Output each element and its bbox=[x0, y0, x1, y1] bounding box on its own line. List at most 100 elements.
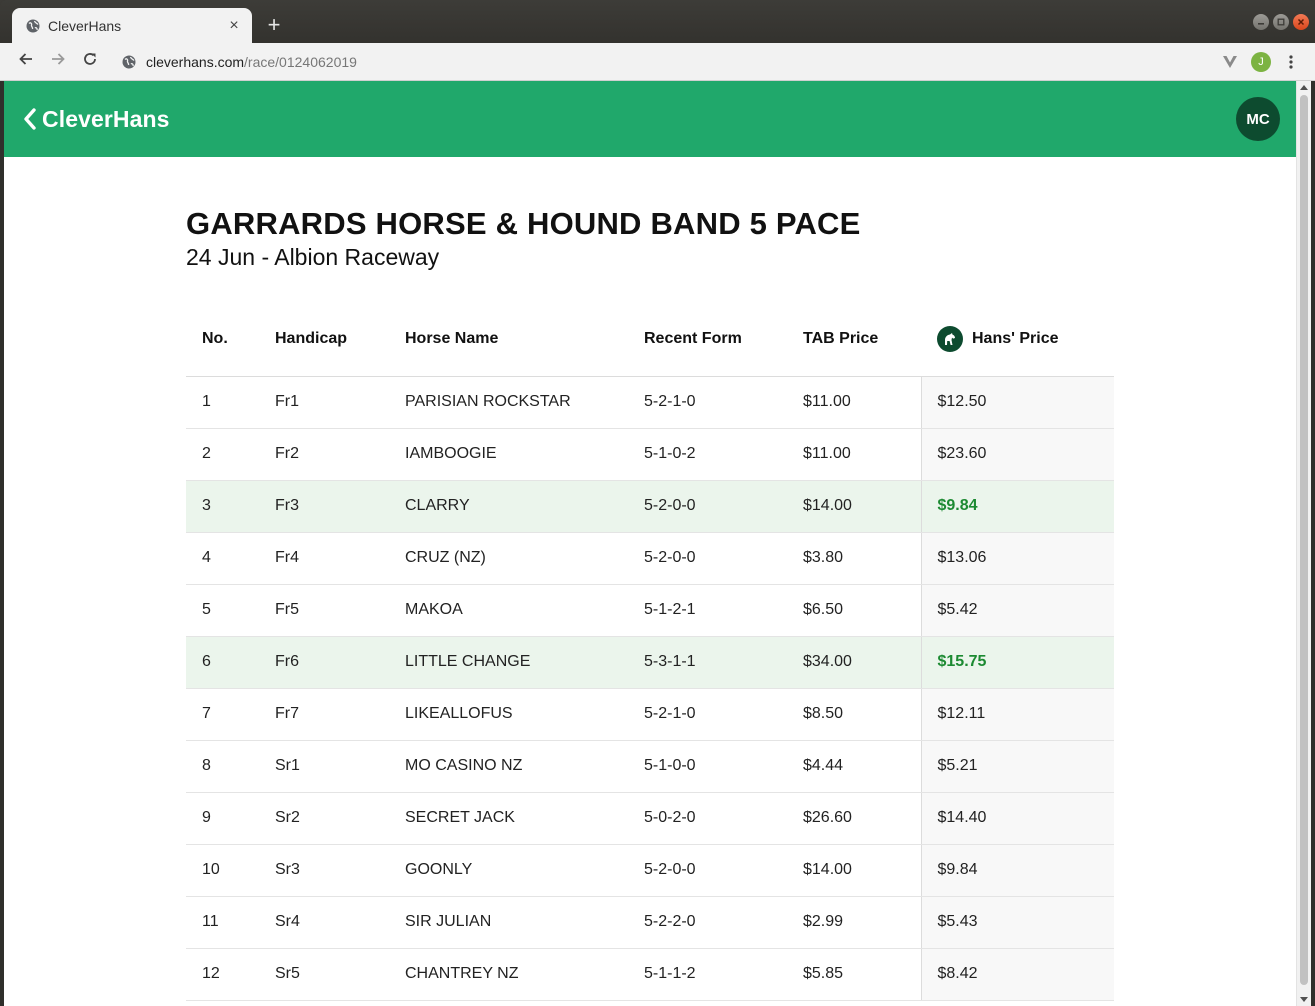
cell-no: 12 bbox=[186, 948, 259, 1001]
cell-no: 10 bbox=[186, 844, 259, 897]
cell-horse-name: CHANTREY NZ bbox=[389, 948, 628, 1001]
table-header-row: No. Handicap Horse Name Recent Form TAB … bbox=[186, 302, 1114, 377]
cell-tab-price: $8.50 bbox=[787, 688, 922, 741]
close-window-button[interactable] bbox=[1293, 14, 1309, 30]
cell-horse-name: CRUZ (NZ) bbox=[389, 532, 628, 585]
minimize-button[interactable] bbox=[1253, 14, 1269, 30]
extension-icon[interactable] bbox=[1219, 51, 1241, 73]
header-horse-name: Horse Name bbox=[389, 302, 628, 377]
table-row[interactable]: 4 Fr4 CRUZ (NZ) 5-2-0-0 $3.80 $13.06 bbox=[186, 532, 1114, 585]
cell-recent-form: 5-2-2-0 bbox=[628, 896, 787, 949]
table-row[interactable]: 2 Fr2 IAMBOOGIE 5-1-0-2 $11.00 $23.60 bbox=[186, 428, 1114, 481]
tab-close-button[interactable]: × bbox=[222, 14, 246, 38]
cell-recent-form: 5-2-0-0 bbox=[628, 532, 787, 585]
cell-no: 9 bbox=[186, 792, 259, 845]
cell-horse-name: GOONLY bbox=[389, 844, 628, 897]
cell-horse-name: LIKEALLOFUS bbox=[389, 688, 628, 741]
reload-button[interactable] bbox=[74, 46, 106, 78]
cell-tab-price: $14.00 bbox=[787, 480, 922, 533]
reload-icon bbox=[82, 51, 98, 72]
cell-handicap: Sr2 bbox=[259, 792, 389, 845]
cell-tab-price: $11.00 bbox=[787, 376, 922, 429]
cell-recent-form: 5-2-1-0 bbox=[628, 688, 787, 741]
cell-no: 2 bbox=[186, 428, 259, 481]
page-viewport: CleverHans MC GARRARDS HORSE & HOUND BAN… bbox=[4, 81, 1296, 1006]
cell-no: 11 bbox=[186, 896, 259, 949]
cell-recent-form: 5-0-2-0 bbox=[628, 792, 787, 845]
cell-hans-price: $5.42 bbox=[920, 584, 1114, 637]
cell-horse-name: SIR JULIAN bbox=[389, 896, 628, 949]
table-row[interactable]: 11 Sr4 SIR JULIAN 5-2-2-0 $2.99 $5.43 bbox=[186, 896, 1114, 949]
race-title: GARRARDS HORSE & HOUND BAND 5 PACE bbox=[186, 206, 861, 241]
cell-horse-name: MAKOA bbox=[389, 584, 628, 637]
cell-recent-form: 5-1-0-0 bbox=[628, 740, 787, 793]
toolbar-actions: J bbox=[1219, 51, 1301, 73]
cell-recent-form: 5-2-1-0 bbox=[628, 376, 787, 429]
cell-recent-form: 5-2-0-0 bbox=[628, 844, 787, 897]
cell-hans-price: $9.84 bbox=[920, 844, 1114, 897]
new-tab-button[interactable]: + bbox=[262, 12, 286, 37]
cell-hans-price: $15.75 bbox=[920, 636, 1114, 689]
cell-tab-price: $4.44 bbox=[787, 740, 922, 793]
cell-no: 1 bbox=[186, 376, 259, 429]
forward-button[interactable] bbox=[42, 46, 74, 78]
header-recent-form: Recent Form bbox=[628, 302, 787, 377]
cell-hans-price: $5.21 bbox=[920, 740, 1114, 793]
header-tab-price: TAB Price bbox=[787, 302, 921, 377]
cell-no: 3 bbox=[186, 480, 259, 533]
app-bar: CleverHans MC bbox=[4, 81, 1296, 157]
cell-horse-name: CLARRY bbox=[389, 480, 628, 533]
cell-hans-price: $12.50 bbox=[920, 376, 1114, 429]
table-row[interactable]: 6 Fr6 LITTLE CHANGE 5-3-1-1 $34.00 $15.75 bbox=[186, 636, 1114, 689]
table-row[interactable]: 12 Sr5 CHANTREY NZ 5-1-1-2 $5.85 $8.42 bbox=[186, 948, 1114, 1001]
browser-tab[interactable]: CleverHans × bbox=[12, 8, 252, 43]
cell-hans-price: $12.11 bbox=[920, 688, 1114, 741]
cell-recent-form: 5-1-0-2 bbox=[628, 428, 787, 481]
maximize-button[interactable] bbox=[1273, 14, 1289, 30]
race-subtitle: 24 Jun - Albion Raceway bbox=[186, 244, 440, 270]
cell-handicap: Fr6 bbox=[259, 636, 389, 689]
address-bar[interactable]: cleverhans.com/race/0124062019 bbox=[122, 54, 1219, 70]
tab-strip: CleverHans × + bbox=[0, 0, 1315, 43]
table-row[interactable]: 7 Fr7 LIKEALLOFUS 5-2-1-0 $8.50 $12.11 bbox=[186, 688, 1114, 741]
site-info-icon[interactable] bbox=[122, 55, 136, 69]
table-row[interactable]: 10 Sr3 GOONLY 5-2-0-0 $14.00 $9.84 bbox=[186, 844, 1114, 897]
scroll-up-icon[interactable] bbox=[1300, 85, 1308, 90]
cell-handicap: Fr7 bbox=[259, 688, 389, 741]
vertical-scrollbar[interactable] bbox=[1296, 81, 1311, 1006]
cell-hans-price: $14.40 bbox=[920, 792, 1114, 845]
cell-tab-price: $14.00 bbox=[787, 844, 922, 897]
chevron-left-icon bbox=[22, 107, 38, 131]
table-row[interactable]: 1 Fr1 PARISIAN ROCKSTAR 5-2-1-0 $11.00 $12.50 bbox=[186, 376, 1114, 429]
table-row[interactable]: 3 Fr3 CLARRY 5-2-0-0 $14.00 $9.84 bbox=[186, 480, 1114, 533]
cell-hans-price: $23.60 bbox=[920, 428, 1114, 481]
cell-no: 4 bbox=[186, 532, 259, 585]
cell-recent-form: 5-1-1-2 bbox=[628, 948, 787, 1001]
scrollbar-thumb[interactable] bbox=[1300, 95, 1308, 985]
url-path: /race/0124062019 bbox=[244, 53, 357, 70]
back-button[interactable] bbox=[10, 46, 42, 78]
back-to-home-link[interactable]: CleverHans bbox=[22, 106, 170, 133]
cell-no: 8 bbox=[186, 740, 259, 793]
menu-dots-icon[interactable] bbox=[1281, 51, 1301, 73]
table-row[interactable]: 5 Fr5 MAKOA 5-1-2-1 $6.50 $5.42 bbox=[186, 584, 1114, 637]
cell-tab-price: $26.60 bbox=[787, 792, 922, 845]
profile-avatar[interactable]: J bbox=[1251, 51, 1271, 72]
cell-handicap: Fr4 bbox=[259, 532, 389, 585]
header-handicap: Handicap bbox=[259, 302, 389, 377]
cell-recent-form: 5-3-1-1 bbox=[628, 636, 787, 689]
url-host: cleverhans.com bbox=[146, 53, 245, 70]
cell-hans-price: $5.43 bbox=[920, 896, 1114, 949]
user-avatar[interactable]: MC bbox=[1236, 97, 1280, 141]
cell-tab-price: $6.50 bbox=[787, 584, 922, 637]
cell-handicap: Fr3 bbox=[259, 480, 389, 533]
browser-window: CleverHans × + cleverhans.com /race/0124… bbox=[0, 0, 1315, 1006]
back-arrow-icon bbox=[18, 51, 34, 72]
cell-no: 6 bbox=[186, 636, 259, 689]
race-content: GARRARDS HORSE & HOUND BAND 5 PACE 24 Ju… bbox=[186, 206, 1114, 1001]
tab-title: CleverHans bbox=[48, 17, 122, 34]
cell-hans-price: $8.42 bbox=[920, 948, 1114, 1001]
table-row[interactable]: 9 Sr2 SECRET JACK 5-0-2-0 $26.60 $14.40 bbox=[186, 792, 1114, 845]
table-row[interactable]: 8 Sr1 MO CASINO NZ 5-1-0-0 $4.44 $5.21 bbox=[186, 740, 1114, 793]
scroll-down-icon[interactable] bbox=[1300, 997, 1308, 1002]
